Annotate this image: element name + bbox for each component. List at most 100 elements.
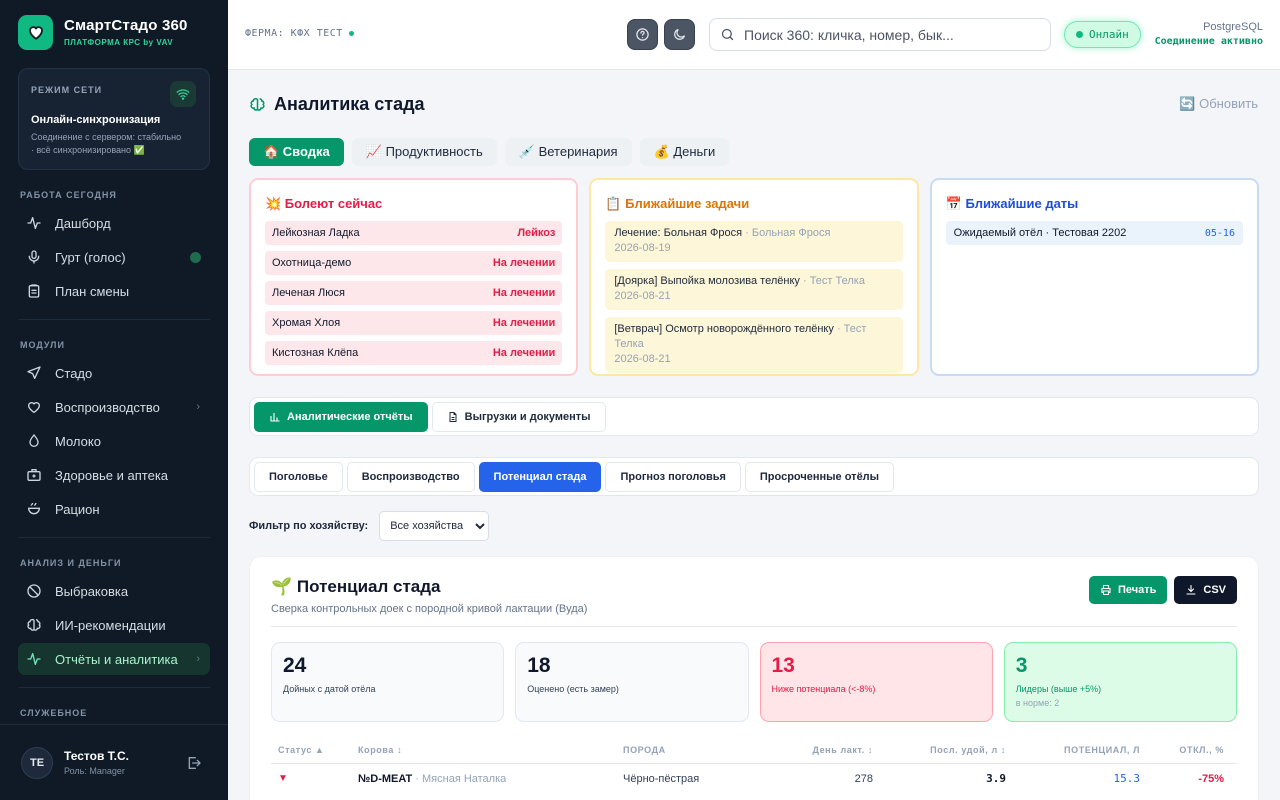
nav-culling[interactable]: Выбраковка xyxy=(18,575,210,607)
heart-logo-icon xyxy=(18,14,53,50)
task-item[interactable]: [Ветврач] Осмотр новорождённого телёнку … xyxy=(605,317,903,373)
cow-cell: №D-MEAT · Мясная Наталка xyxy=(358,773,623,785)
task-date: 2026-08-21 xyxy=(614,353,671,365)
kpi-leaders: 3 Лидеры (выше +5%) в норме: 2 xyxy=(1003,642,1237,722)
avatar[interactable]: ТЕ xyxy=(21,746,53,779)
section-today: РАБОТА СЕГОДНЯ xyxy=(20,190,117,200)
kpi-label: Лидеры (выше +5%) xyxy=(1015,684,1102,694)
nav-voice-label: Гурт (голос) xyxy=(55,249,126,265)
list-item[interactable]: Хромая Хлоя На лечении xyxy=(265,311,563,335)
nav-ration[interactable]: Рацион xyxy=(18,493,210,525)
page-title: Аналитика стада xyxy=(274,93,425,114)
kpi-below-potential: 13 Ниже потенциала (<-8%) xyxy=(759,642,993,722)
nav-dashboard[interactable]: Дашборд xyxy=(18,207,210,239)
divider xyxy=(271,626,1237,627)
online-status-label: Онлайн xyxy=(1089,28,1129,41)
nav-reports[interactable]: Отчёты и аналитика › xyxy=(18,643,210,675)
list-item[interactable]: Леченая Люся На лечении xyxy=(265,281,563,305)
divider xyxy=(18,687,210,688)
col-cow[interactable]: Корова ↕ xyxy=(358,745,623,755)
nav-shift-plan-label: План смены xyxy=(55,283,130,299)
report-subtabs: Поголовье Воспроизводство Потенциал стад… xyxy=(249,457,1259,496)
list-item[interactable]: Охотница-демо На лечении xyxy=(265,251,563,275)
subtab-reproduction[interactable]: Воспроизводство xyxy=(346,461,475,492)
network-desc-line2: · всё синхронизировано ✅ xyxy=(31,145,145,155)
print-button[interactable]: Печать xyxy=(1088,576,1168,604)
subtab-herd-potential[interactable]: Потенциал стада xyxy=(478,461,602,492)
col-breed: ПОРОДА xyxy=(623,744,666,755)
search-box[interactable] xyxy=(709,18,1051,51)
summary-cards: 💥 Болеют сейчас Лейкозная Ладка Лейкоз Ох… xyxy=(249,178,1259,376)
nav-ai[interactable]: ИИ-рекомендации xyxy=(18,609,210,641)
refresh-button[interactable]: 🔄 Обновить xyxy=(1179,96,1258,112)
upcoming-tasks-title: 📋 Ближайшие задачи xyxy=(605,196,750,211)
col-deviation: ОТКЛ., % xyxy=(1179,744,1224,755)
panel-subtitle: Сверка контрольных доек с породной криво… xyxy=(271,603,588,615)
list-item[interactable]: Лейкозная Ладка Лейкоз xyxy=(265,221,563,245)
user-bar: ТЕ Тестов Т.С. Роль: Manager xyxy=(0,724,228,800)
tab-veterinary[interactable]: 💉 Ветеринария xyxy=(504,138,632,166)
task-item[interactable]: Лечение: Больная Фрося · Больная Фрося 20… xyxy=(605,221,903,262)
cow-status: На лечении xyxy=(492,317,556,329)
wifi-icon[interactable] xyxy=(170,81,196,107)
medkit-icon xyxy=(27,469,41,481)
logout-icon[interactable] xyxy=(186,755,202,774)
search-input[interactable] xyxy=(744,26,1034,43)
tab-summary[interactable]: 🏠 Сводка xyxy=(249,138,344,166)
farm-filter-select[interactable]: Все хозяйства xyxy=(379,511,490,541)
help-button[interactable] xyxy=(627,19,658,50)
pulse-icon xyxy=(27,653,41,665)
nav-milk[interactable]: Молоко xyxy=(18,425,210,457)
upcoming-dates-title: 📅 Ближайшие даты xyxy=(945,196,1079,211)
nav-voice[interactable]: Гурт (голос) xyxy=(18,241,210,273)
task-subject: · Тест Телка xyxy=(802,275,865,287)
user-role: Роль: Manager xyxy=(64,766,125,776)
task-date: 2026-08-19 xyxy=(614,242,671,254)
section-modules: МОДУЛИ xyxy=(20,340,65,350)
task-item[interactable]: [Доярка] Выпойка молозива телёнку · Тест… xyxy=(605,269,903,310)
tab-analytic-reports[interactable]: Аналитические отчёты xyxy=(254,401,428,432)
chevron-right-icon: › xyxy=(196,401,200,413)
online-status-badge[interactable]: Онлайн xyxy=(1064,21,1141,48)
kpi-label: Оценено (есть замер) xyxy=(527,684,619,694)
brain-icon xyxy=(250,97,265,111)
nav-shift-plan[interactable]: План смены xyxy=(18,275,210,307)
nav-health-label: Здоровье и аптека xyxy=(55,467,169,483)
nav-reproduction[interactable]: Воспроизводство › xyxy=(18,391,210,423)
cow-name: Кистозная Клёпа xyxy=(272,347,359,359)
col-status[interactable]: Статус ▲ xyxy=(271,745,358,755)
upcoming-dates-card: 📅 Ближайшие даты Ожидаемый отёл · Тестов… xyxy=(929,178,1259,376)
col-lactation-day[interactable]: День лакт. ↕ xyxy=(733,745,873,755)
send-icon xyxy=(27,366,41,379)
table-row[interactable]: ▼ №D-MEAT · Мясная Наталка Чёрно-пёстрая… xyxy=(271,764,1237,793)
nav-herd[interactable]: Стадо xyxy=(18,357,210,389)
network-mode-card: РЕЖИМ СЕТИ Онлайн-синхронизация Соединен… xyxy=(18,68,210,170)
theme-toggle-button[interactable] xyxy=(664,19,695,50)
bar-chart-icon xyxy=(270,412,280,422)
tab-exports[interactable]: Выгрузки и документы xyxy=(431,401,606,432)
clipboard-icon xyxy=(28,284,40,298)
lactation-day-cell: 278 xyxy=(854,772,873,785)
topbar: ФЕРМА: КФХ ТЕСТ Онлайн PostgreSQL Соедин… xyxy=(228,0,1280,70)
brand[interactable]: СмартСтадо 360 ПЛАТФОРМА КРС by VAV xyxy=(0,0,228,64)
subtab-overdue-calvings[interactable]: Просроченные отёлы xyxy=(744,461,895,492)
subtab-headcount[interactable]: Поголовье xyxy=(254,461,343,492)
last-yield-cell: 3.9 xyxy=(986,772,1006,785)
nav-ai-label: ИИ-рекомендации xyxy=(55,617,166,633)
task-text: [Ветврач] Осмотр новорождённого телёнку xyxy=(614,323,834,335)
kpi-label: Дойных с датой отёла xyxy=(283,684,376,694)
list-item[interactable]: Кистозная Клёпа На лечении xyxy=(265,341,563,365)
subtab-headcount-forecast[interactable]: Прогноз поголовья xyxy=(605,461,741,492)
farm-name: ФЕРМА: КФХ ТЕСТ xyxy=(245,28,343,39)
sidebar: СмартСтадо 360 ПЛАТФОРМА КРС by VAV РЕЖИ… xyxy=(0,0,228,800)
tab-money[interactable]: 💰 Деньги xyxy=(639,138,730,166)
tab-productivity[interactable]: 📈 Продуктивность xyxy=(351,138,497,166)
kpi-extra: в норме: 2 xyxy=(1015,698,1060,708)
breed-cell: Чёрно-пёстрая xyxy=(623,772,700,785)
cow-name: Охотница-демо xyxy=(272,257,352,269)
nav-health[interactable]: Здоровье и аптека xyxy=(18,459,210,491)
list-item[interactable]: Ожидаемый отёл · Тестовая 2202 05-16 xyxy=(945,221,1243,245)
col-last-yield[interactable]: Посл. удой, л ↕ xyxy=(873,745,1006,755)
nav-reproduction-label: Воспроизводство xyxy=(55,399,160,415)
csv-button[interactable]: CSV xyxy=(1174,576,1237,604)
